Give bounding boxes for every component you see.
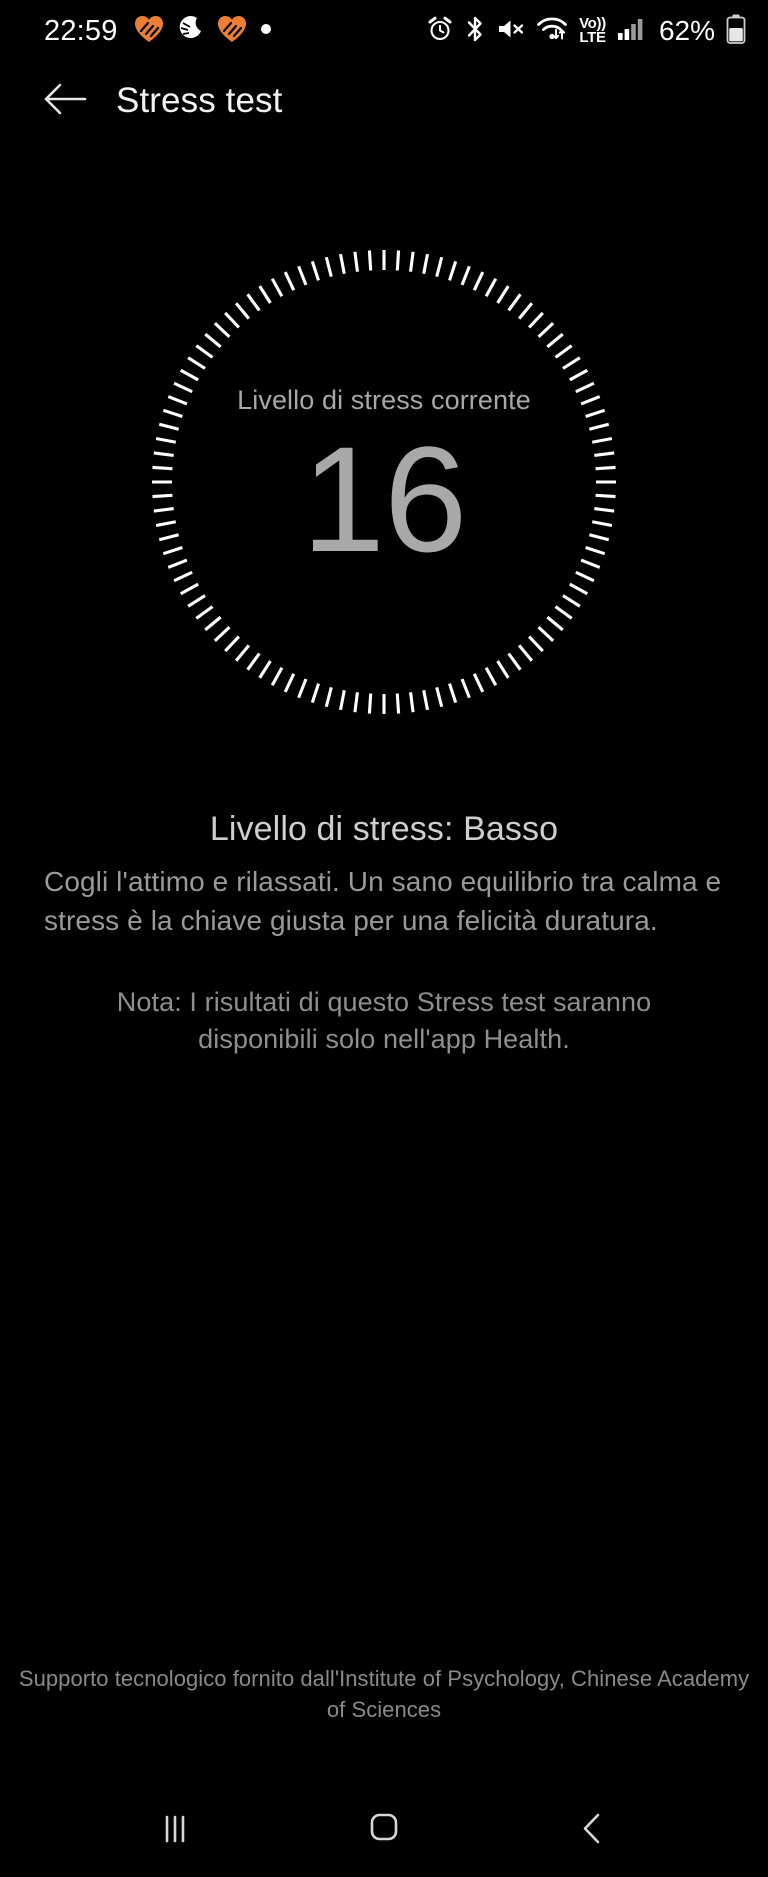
volte-bottom-label: LTE: [579, 29, 606, 46]
recents-button[interactable]: [130, 1796, 220, 1866]
status-bar-right: Vo)) LTE 62%: [427, 14, 750, 49]
stress-level-description: Cogli l'attimo e rilassati. Un sano equi…: [44, 866, 722, 936]
gauge-value: 16: [301, 414, 468, 583]
status-bar: 22:59 Vo)) LTE 62%: [0, 0, 768, 62]
sleep-moon-icon: [177, 15, 204, 47]
stress-level-heading: Livello di stress: Basso: [209, 810, 559, 848]
alarm-icon: [427, 16, 453, 47]
battery-percent-label: 62%: [658, 15, 715, 46]
app-bar: Stress test: [0, 62, 768, 140]
volte-icon: Vo)) LTE: [579, 16, 606, 46]
system-nav-bar: [0, 1785, 768, 1877]
stress-level-note: Nota: I risultati di questo Stress test …: [116, 987, 652, 1054]
bluetooth-icon: [464, 15, 486, 48]
back-arrow-icon: [42, 79, 88, 124]
nav-back-button[interactable]: [548, 1796, 638, 1866]
notification-icon-group: [134, 15, 272, 48]
heart-orange-icon: [217, 15, 247, 48]
nav-back-icon: [573, 1811, 613, 1852]
gauge-center-readout: Livello di stress corrente 16: [237, 385, 531, 574]
home-button[interactable]: [339, 1796, 429, 1866]
signal-icon: [617, 17, 645, 46]
status-bar-left: 22:59: [44, 15, 272, 48]
stress-gauge: Livello di stress corrente 16: [104, 202, 664, 762]
wifi-icon: [536, 15, 568, 48]
back-button[interactable]: [40, 76, 90, 126]
gauge-label: Livello di stress corrente: [237, 384, 531, 415]
main-content: Livello di stress corrente 16 Livello di…: [0, 140, 768, 1785]
status-clock: 22:59: [44, 14, 118, 47]
footer-credit: Supporto tecnologico fornito dall'Instit…: [18, 1666, 750, 1722]
heart-orange-icon: [134, 15, 164, 48]
info-block: Livello di stress: Basso Cogli l'attimo …: [0, 810, 768, 1058]
page-title: Stress test: [116, 81, 283, 120]
home-icon: [364, 1811, 404, 1852]
dot-icon: [260, 22, 272, 40]
mute-icon: [497, 17, 525, 46]
recents-icon: [155, 1811, 195, 1852]
phone-screen: 22:59 Vo)) LTE 62% Stress test Livello d…: [0, 0, 768, 1877]
battery-icon: [726, 14, 746, 49]
